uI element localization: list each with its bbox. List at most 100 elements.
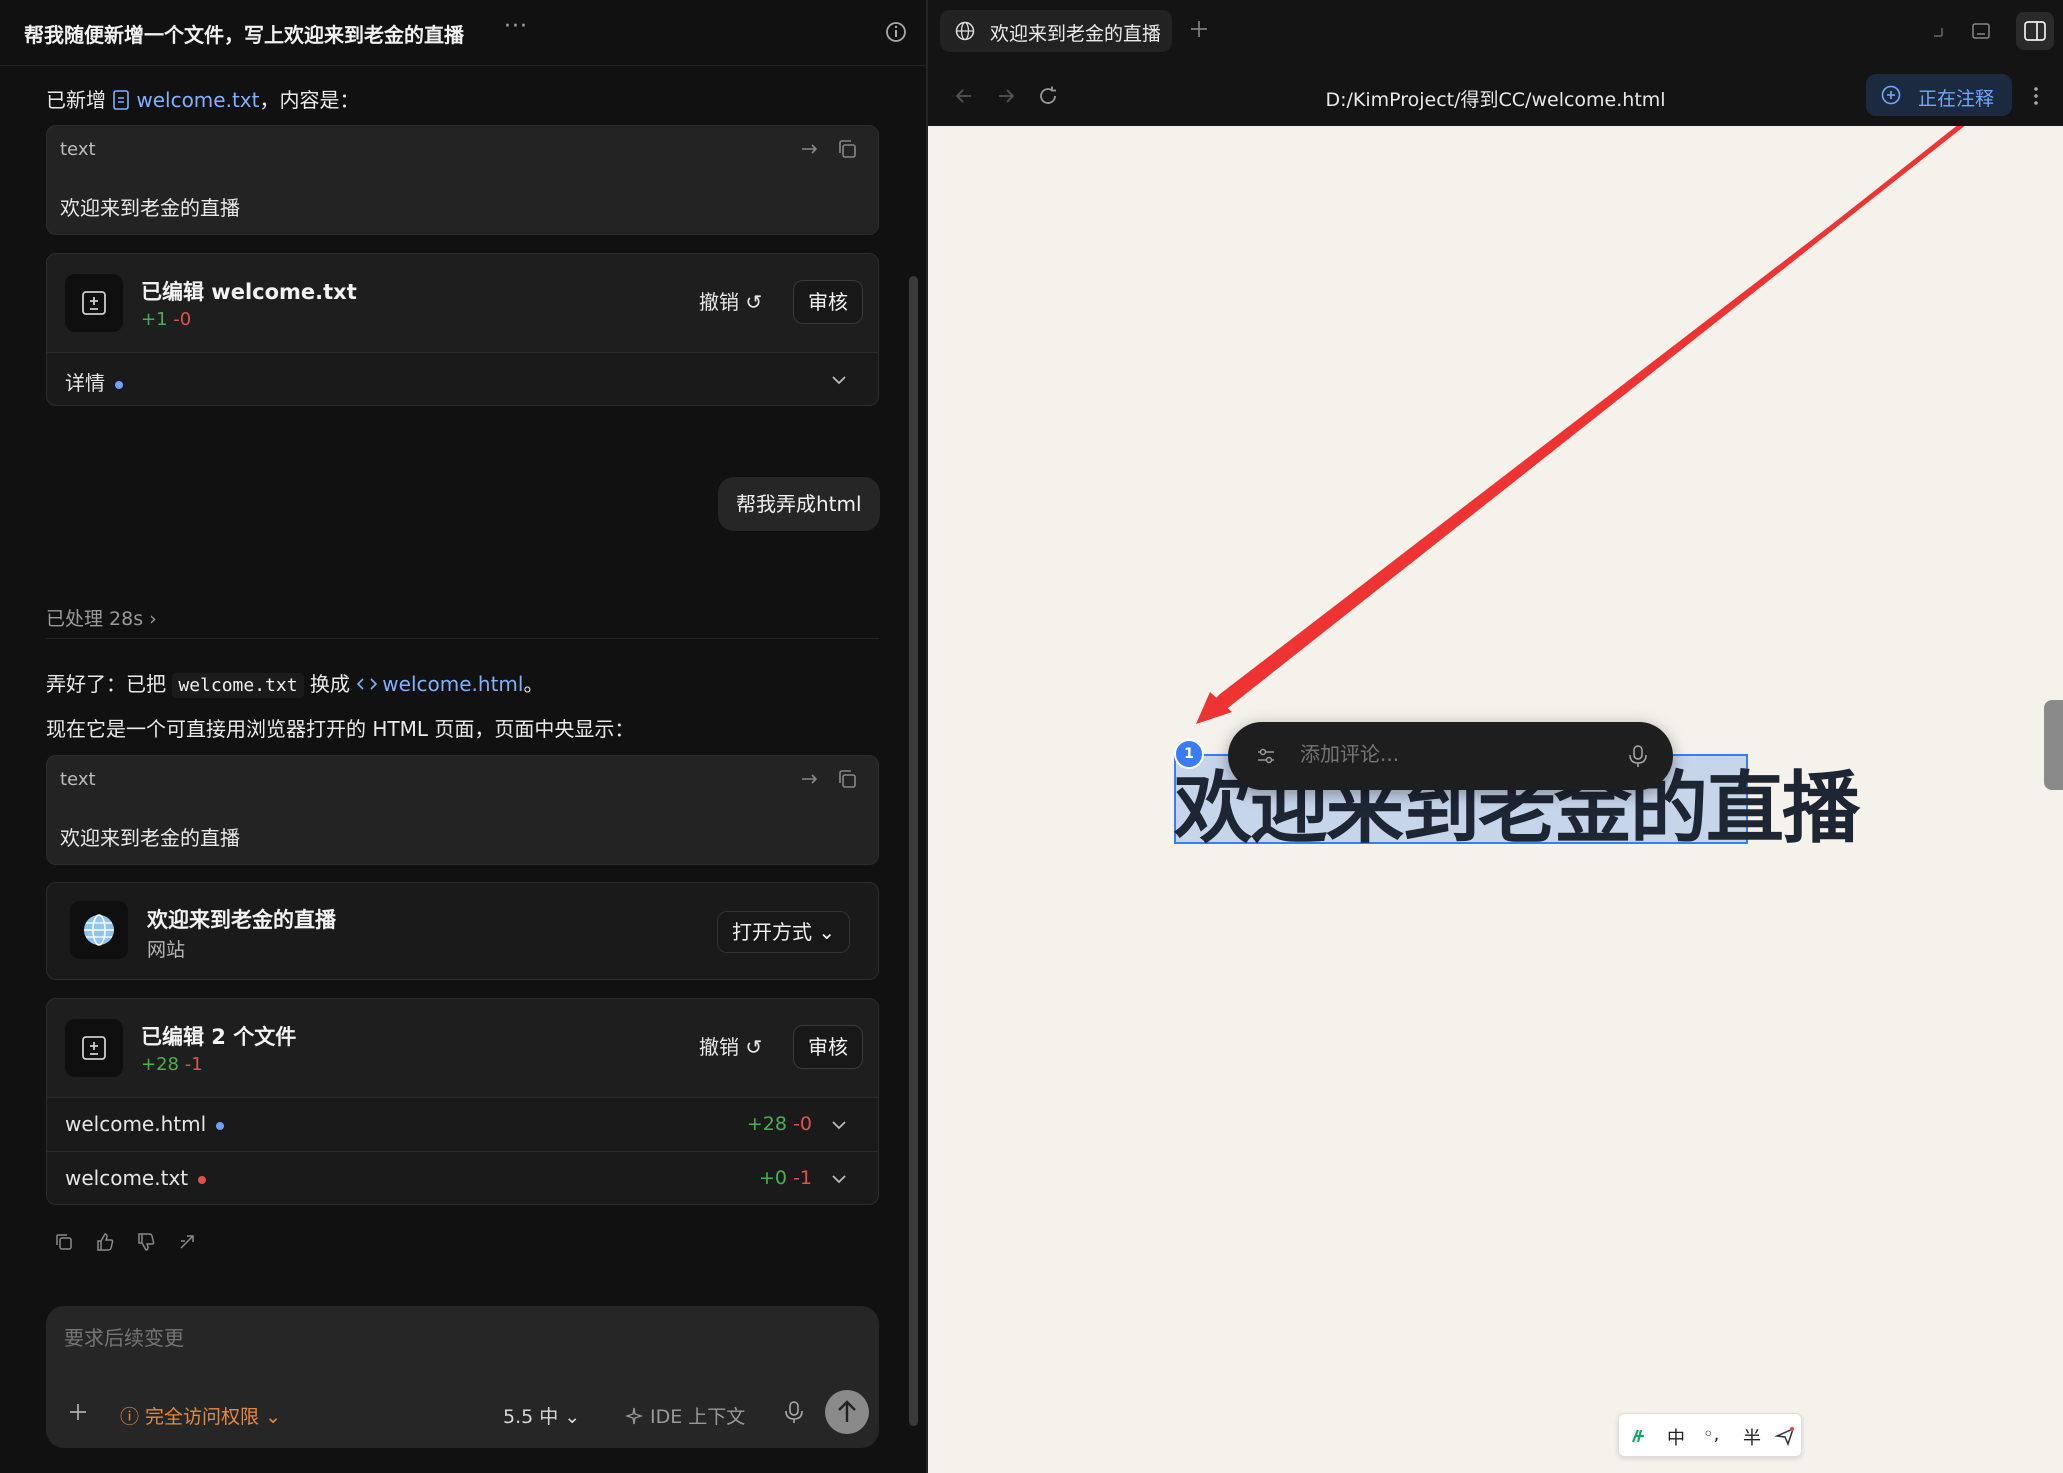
message-text: 弄好了：已把 (46, 672, 173, 696)
divider (46, 638, 879, 639)
copy-icon[interactable] (836, 138, 858, 160)
sparkle-icon (624, 1407, 644, 1425)
model-selector[interactable]: 5.5 中 ⌄ (503, 1402, 580, 1429)
deletions-count: -0 (173, 309, 192, 330)
info-icon[interactable] (884, 20, 908, 44)
code-language: text (60, 139, 96, 160)
chat-header: 帮我随便新增一个文件，写上欢迎来到老金的直播 ··· (0, 0, 926, 66)
microphone-icon[interactable] (783, 1400, 805, 1424)
browser-tab[interactable]: 欢迎来到老金的直播 (940, 10, 1172, 52)
expand-icon[interactable] (1928, 20, 1950, 42)
access-permission-dropdown[interactable]: ⓘ 完全访问权限 ⌄ (120, 1402, 281, 1429)
additions-count: +28 (141, 1054, 179, 1075)
ide-context-toggle[interactable]: IDE 上下文 (624, 1402, 745, 1429)
chevron-down-icon[interactable] (830, 371, 848, 389)
page-viewport: 欢迎来到老金的直播 1 中 ◦, 半 (928, 126, 2063, 1473)
thumbs-down-icon[interactable] (136, 1232, 156, 1252)
site-title: 欢迎来到老金的直播 (147, 908, 336, 932)
changed-file-row[interactable]: welcome.html +28 -0 (47, 1097, 878, 1151)
ime-toolbar: 中 ◦, 半 (1618, 1413, 1802, 1457)
arrow-up-icon (838, 1400, 856, 1422)
toggle-side-panel-button[interactable] (2016, 12, 2054, 50)
annotation-badge[interactable]: 1 (1174, 739, 1204, 769)
more-options-button[interactable]: ··· (504, 14, 528, 39)
copy-icon[interactable] (836, 768, 858, 790)
inline-code: welcome.txt (172, 673, 304, 698)
status-dot (198, 1175, 207, 1184)
new-tab-icon[interactable] (1188, 18, 1210, 40)
message-text: 已新增 (46, 88, 113, 112)
wrap-icon[interactable] (799, 768, 821, 790)
address-bar: D:/KimProject/得到CC/welcome.html 正在注释 (928, 70, 2063, 126)
diff-icon (65, 1019, 123, 1077)
tab-title: 欢迎来到老金的直播 (990, 23, 1160, 45)
annotating-button[interactable]: 正在注释 (1866, 74, 2012, 116)
undo-button[interactable]: 撤销 ↺ (699, 286, 762, 315)
chat-panel: 帮我随便新增一个文件，写上欢迎来到老金的直播 ··· 已新增 welcome.t… (0, 0, 926, 1473)
ime-width-toggle[interactable]: 半 (1743, 1424, 1761, 1450)
diff-stats: +1 -0 (141, 309, 191, 330)
ime-punctuation-toggle[interactable]: ◦, (1703, 1424, 1719, 1445)
edit-summary-header: 已编辑 2 个文件 +28 -1 撤销 ↺ 审核 (47, 999, 878, 1097)
processed-time-toggle[interactable]: 已处理 28s › (46, 604, 157, 631)
follow-up-input[interactable] (64, 1326, 854, 1350)
status-dot (115, 380, 123, 389)
add-attachment-icon[interactable] (66, 1400, 90, 1424)
chevron-down-icon[interactable] (830, 1170, 848, 1188)
open-with-button[interactable]: 打开方式 ⌄ (717, 911, 851, 953)
wrap-icon[interactable] (799, 138, 821, 160)
edge-panel-handle[interactable] (2044, 700, 2063, 790)
edit-title: 已编辑 welcome.txt (141, 280, 357, 304)
changed-file-name: welcome.txt (65, 1166, 207, 1190)
annotating-label: 正在注释 (1918, 88, 1995, 110)
edit-summary-header: 已编辑 welcome.txt +1 -0 撤销 ↺ 审核 (47, 254, 878, 352)
details-label: 详情 (65, 367, 123, 396)
code-block: text 欢迎来到老金的直播 (46, 755, 879, 865)
assistant-message: 现在它是一个可直接用浏览器打开的 HTML 页面，页面中央显示： (46, 717, 635, 741)
file-link[interactable]: welcome.html (382, 672, 523, 696)
message-text: ，内容是： (259, 88, 360, 112)
details-row[interactable]: 详情 (47, 352, 878, 405)
undo-button[interactable]: 撤销 ↺ (699, 1031, 762, 1060)
comment-input[interactable] (1300, 742, 1620, 766)
edit-summary-card: 已编辑 2 个文件 +28 -1 撤销 ↺ 审核 welcome.html +2… (46, 998, 879, 1205)
browser-panel: 欢迎来到老金的直播 D:/KimProject/得到CC/welcome.htm… (928, 0, 2063, 1473)
add-comment-icon (1881, 85, 1901, 105)
chevron-down-icon[interactable] (830, 1116, 848, 1134)
chat-title: 帮我随便新增一个文件，写上欢迎来到老金的直播 (24, 23, 464, 47)
status-dot (216, 1121, 225, 1130)
assistant-message: 弄好了：已把 welcome.txt 换成 welcome.html。 (46, 668, 544, 698)
toggle-bottom-panel-icon[interactable] (1970, 20, 1992, 42)
code-content: 欢迎来到老金的直播 (60, 196, 240, 220)
review-button[interactable]: 审核 (793, 1025, 863, 1069)
chat-scrollbar-thumb[interactable] (909, 276, 918, 1426)
assistant-message: 已新增 welcome.txt，内容是： (46, 84, 359, 113)
comment-popover (1228, 722, 1673, 790)
file-link[interactable]: welcome.txt (136, 88, 259, 112)
sliders-icon[interactable] (1254, 744, 1278, 768)
file-diff-stats: +28 -0 (746, 1113, 812, 1135)
thumbs-up-icon[interactable] (95, 1232, 115, 1252)
additions-count: +1 (141, 309, 168, 330)
more-vertical-icon[interactable] (2026, 84, 2046, 108)
share-icon[interactable] (177, 1232, 197, 1252)
ime-logo-icon[interactable] (1629, 1426, 1649, 1446)
code-file-icon (357, 678, 378, 690)
microphone-icon[interactable] (1628, 744, 1648, 768)
diff-stats: +28 -1 (141, 1054, 203, 1075)
message-text: 换成 (303, 672, 357, 696)
message-composer: ⓘ 完全访问权限 ⌄ 5.5 中 ⌄ IDE 上下文 (46, 1306, 879, 1448)
message-text: 。 (523, 672, 544, 696)
ime-language-toggle[interactable]: 中 (1667, 1424, 1685, 1450)
changed-file-row[interactable]: welcome.txt +0 -1 (47, 1151, 878, 1204)
side-panel-icon (2024, 21, 2046, 41)
send-icon[interactable] (1775, 1426, 1795, 1446)
website-card[interactable]: 欢迎来到老金的直播 网站 打开方式 ⌄ (46, 882, 879, 980)
copy-icon[interactable] (54, 1232, 74, 1252)
globe-icon (955, 21, 975, 41)
diff-icon (65, 274, 123, 332)
code-block: text 欢迎来到老金的直播 (46, 125, 879, 235)
file-icon (113, 90, 130, 110)
send-button[interactable] (825, 1390, 869, 1434)
review-button[interactable]: 审核 (793, 280, 863, 324)
